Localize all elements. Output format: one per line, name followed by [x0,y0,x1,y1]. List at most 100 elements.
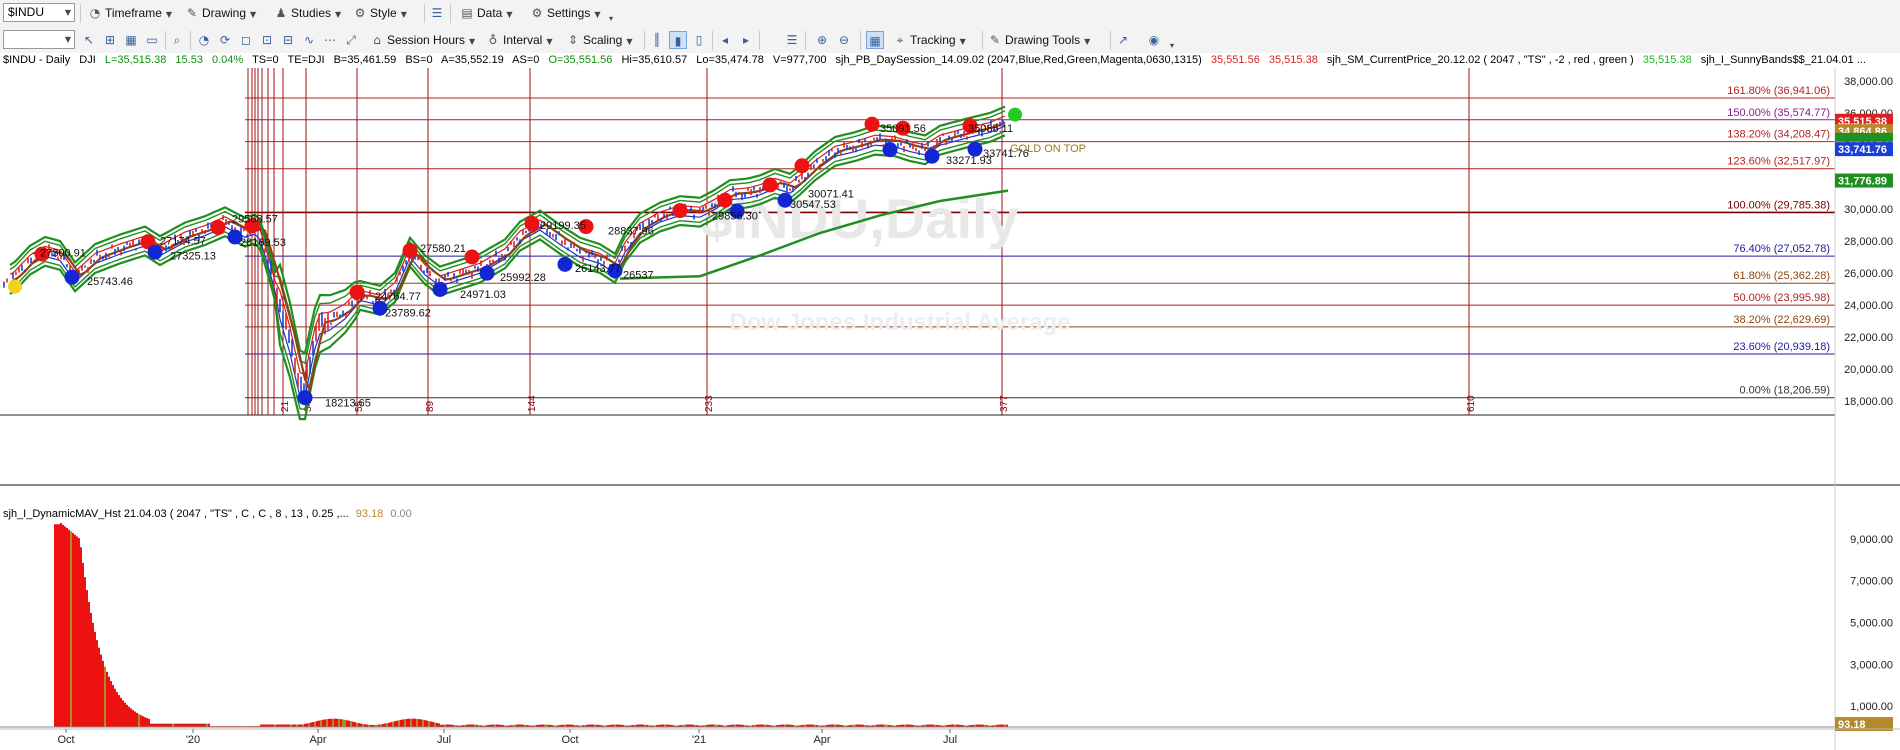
swing-point-label: 29199.35 [540,220,586,232]
start-marker [8,279,22,294]
low-field: Lo=35,474.78 [696,54,764,66]
indicator-value: 0.00 [390,508,412,520]
sunny-bands [9,105,1006,421]
fib-level-label: 150.00% (35,574.77) [1727,107,1830,119]
price-tick-label: 28,000.00 [1844,236,1893,248]
indicator-tick-label: 9,000.00 [1850,534,1893,546]
chevron-down-icon[interactable]: ▼ [65,31,71,48]
tracking-menu[interactable]: ⌖ Tracking ▼ [893,31,966,50]
swing-high-marker [524,215,540,231]
interval-menu[interactable]: ♁ Interval ▼ [486,31,553,50]
date-tick-label: Jul [943,734,957,746]
date-tick-label: '20 [186,734,200,746]
study-value: 35,515.38 [1268,54,1318,66]
toolbar2-overflow[interactable]: ▾ [1166,35,1174,54]
lock-icon[interactable]: ⊡ [258,31,276,49]
forward-icon[interactable]: ▸ [737,31,755,49]
drawing-tools-menu[interactable]: ✎ Drawing Tools ▼ [988,31,1090,50]
price-tick-label: 24,000.00 [1844,300,1893,312]
time-zone-label: 21 [280,400,291,412]
price-badge-label: 31,776.89 [1838,176,1887,188]
swing-low-marker [924,148,940,164]
swing-point-label: 28169.53 [240,237,286,249]
settings-menu[interactable]: ⚙ Settings ▼ [530,4,601,23]
timeframe-menu[interactable]: ◔ Timeframe ▼ [88,4,172,23]
panel-icon[interactable]: ▭ [143,31,161,49]
fib-level-label: 161.80% (36,941.06) [1727,85,1830,97]
open-field: O=35,551.56 [548,54,613,66]
trendline-icon[interactable]: ↗ [1114,31,1132,49]
zoom-in-icon[interactable]: ⊕ [813,31,831,49]
main-toolbar: $INDU ▼ ◔ Timeframe ▼ ✎ Drawing ▼ ♟ Studies ▼ … [0,0,1900,28]
swing-high-marker [794,158,810,174]
bar-chart-icon[interactable]: ║ [648,31,666,49]
band-line [9,130,1006,410]
swing-low-marker [64,269,80,285]
style-menu[interactable]: ⚙ Style ▼ [353,4,407,23]
ask-size-field: AS=0 [512,54,540,66]
swing-labels: 25743.46 27325.13 28169.53 18213.65 23789.62… [40,123,1029,409]
chevron-down-icon[interactable]: ▼ [65,4,71,21]
chart-canvas[interactable]: 161.80% (36,941.06) 150.00% (35,574.77) 13… [0,68,1900,750]
swing-point-label: 27325.13 [170,250,216,262]
date-axis[interactable]: Oct '20 Apr Jul Oct '21 Apr Jul [0,728,1900,746]
ruler-icon[interactable]: ⊟ [279,31,297,49]
data-icon: ▤ [461,6,473,20]
crosshair-icon[interactable]: ⊞ [101,31,119,49]
fibonacci-retracement[interactable]: 161.80% (36,941.06) 150.00% (35,574.77) 13… [245,85,1835,399]
toolbar-overflow[interactable]: ▾ [605,8,613,27]
watermark-name: Dow Jones Industrial Average [730,309,1071,336]
camera-icon[interactable]: ◉ [1145,31,1163,49]
scaling-menu[interactable]: ⇕ Scaling ▼ [566,31,633,50]
swing-point-label: 28837.96 [608,226,654,238]
magnet-icon[interactable]: ◔ [195,31,213,49]
swing-high-marker [402,243,418,259]
indicator-title: sjh_I_DynamicMAV_Hst 21.04.03 ( 2047 , "… [3,508,349,520]
expand-icon[interactable]: ⤢ [342,31,360,49]
drawing-tools-icon: ✎ [989,33,1001,47]
date-tick-label: Apr [309,734,326,746]
fib-level-label: 38.20% (22,629.69) [1733,314,1830,326]
swing-point-label: 29568.57 [232,214,278,226]
dynamic-mav-histogram [0,523,1835,728]
zoom-area-icon[interactable]: ⌕ [168,31,186,49]
swing-high-marker [672,203,688,219]
drawing-menu[interactable]: ✎ Drawing ▼ [185,4,256,23]
session-icon: ⌂ [373,33,381,47]
swing-point-label: 25743.46 [87,276,133,288]
fib-level-label: 76.40% (27,052.78) [1733,243,1830,255]
gold-on-top-label: GOLD ON TOP [1010,143,1086,155]
study-label: sjh_SM_CurrentPrice_20.12.02 ( 2047 , "T… [1326,54,1634,66]
studies-menu[interactable]: ♟ Studies ▼ [274,4,342,23]
link-icon[interactable]: ⟳ [216,31,234,49]
swing-point-label: 30547.53 [790,199,836,211]
wave-icon[interactable]: ∿ [300,31,318,49]
swing-high-marker [864,116,880,132]
watermark: $INDU,Daily Dow Jones Industrial Average [701,187,1070,336]
grid-icon[interactable]: ▦ [122,31,140,49]
ohlc-icon[interactable]: ▮ [669,31,687,49]
high-field: Hi=35,610.57 [621,54,688,66]
price-tick-label: 26,000.00 [1844,268,1893,280]
back-icon[interactable]: ◂ [716,31,734,49]
pencil-icon: ✎ [186,6,198,20]
grid-toggle-icon[interactable]: ▦ [866,31,884,49]
swing-point-label: 27580.21 [420,243,466,255]
scaling-icon: ⇕ [567,33,579,47]
indicator-axis[interactable]: 9,000.00 7,000.00 5,000.00 3,000.00 1,000.00… [1834,485,1893,750]
symbol-combobox[interactable]: $INDU ▼ [3,3,75,22]
candle-icon[interactable]: ▯ [690,31,708,49]
layout-icon[interactable]: ☰ [428,4,446,22]
window-icon[interactable]: ☰ [783,31,801,49]
zoom-out-icon[interactable]: ⊖ [835,31,853,49]
net-change: 15.53 [175,54,203,66]
data-menu[interactable]: ▤ Data ▼ [460,4,512,23]
swing-low-marker [432,281,448,297]
cursor-icon[interactable]: ↖ [80,31,98,49]
shape-icon[interactable]: ◻ [237,31,255,49]
tracking-icon: ⌖ [896,33,904,47]
workspace-combobox[interactable]: ▼ [3,30,75,49]
dots-icon[interactable]: ⋯ [321,31,339,49]
study-value: 35,515.38 [1642,54,1692,66]
session-hours-menu[interactable]: ⌂ Session Hours ▼ [370,31,475,50]
